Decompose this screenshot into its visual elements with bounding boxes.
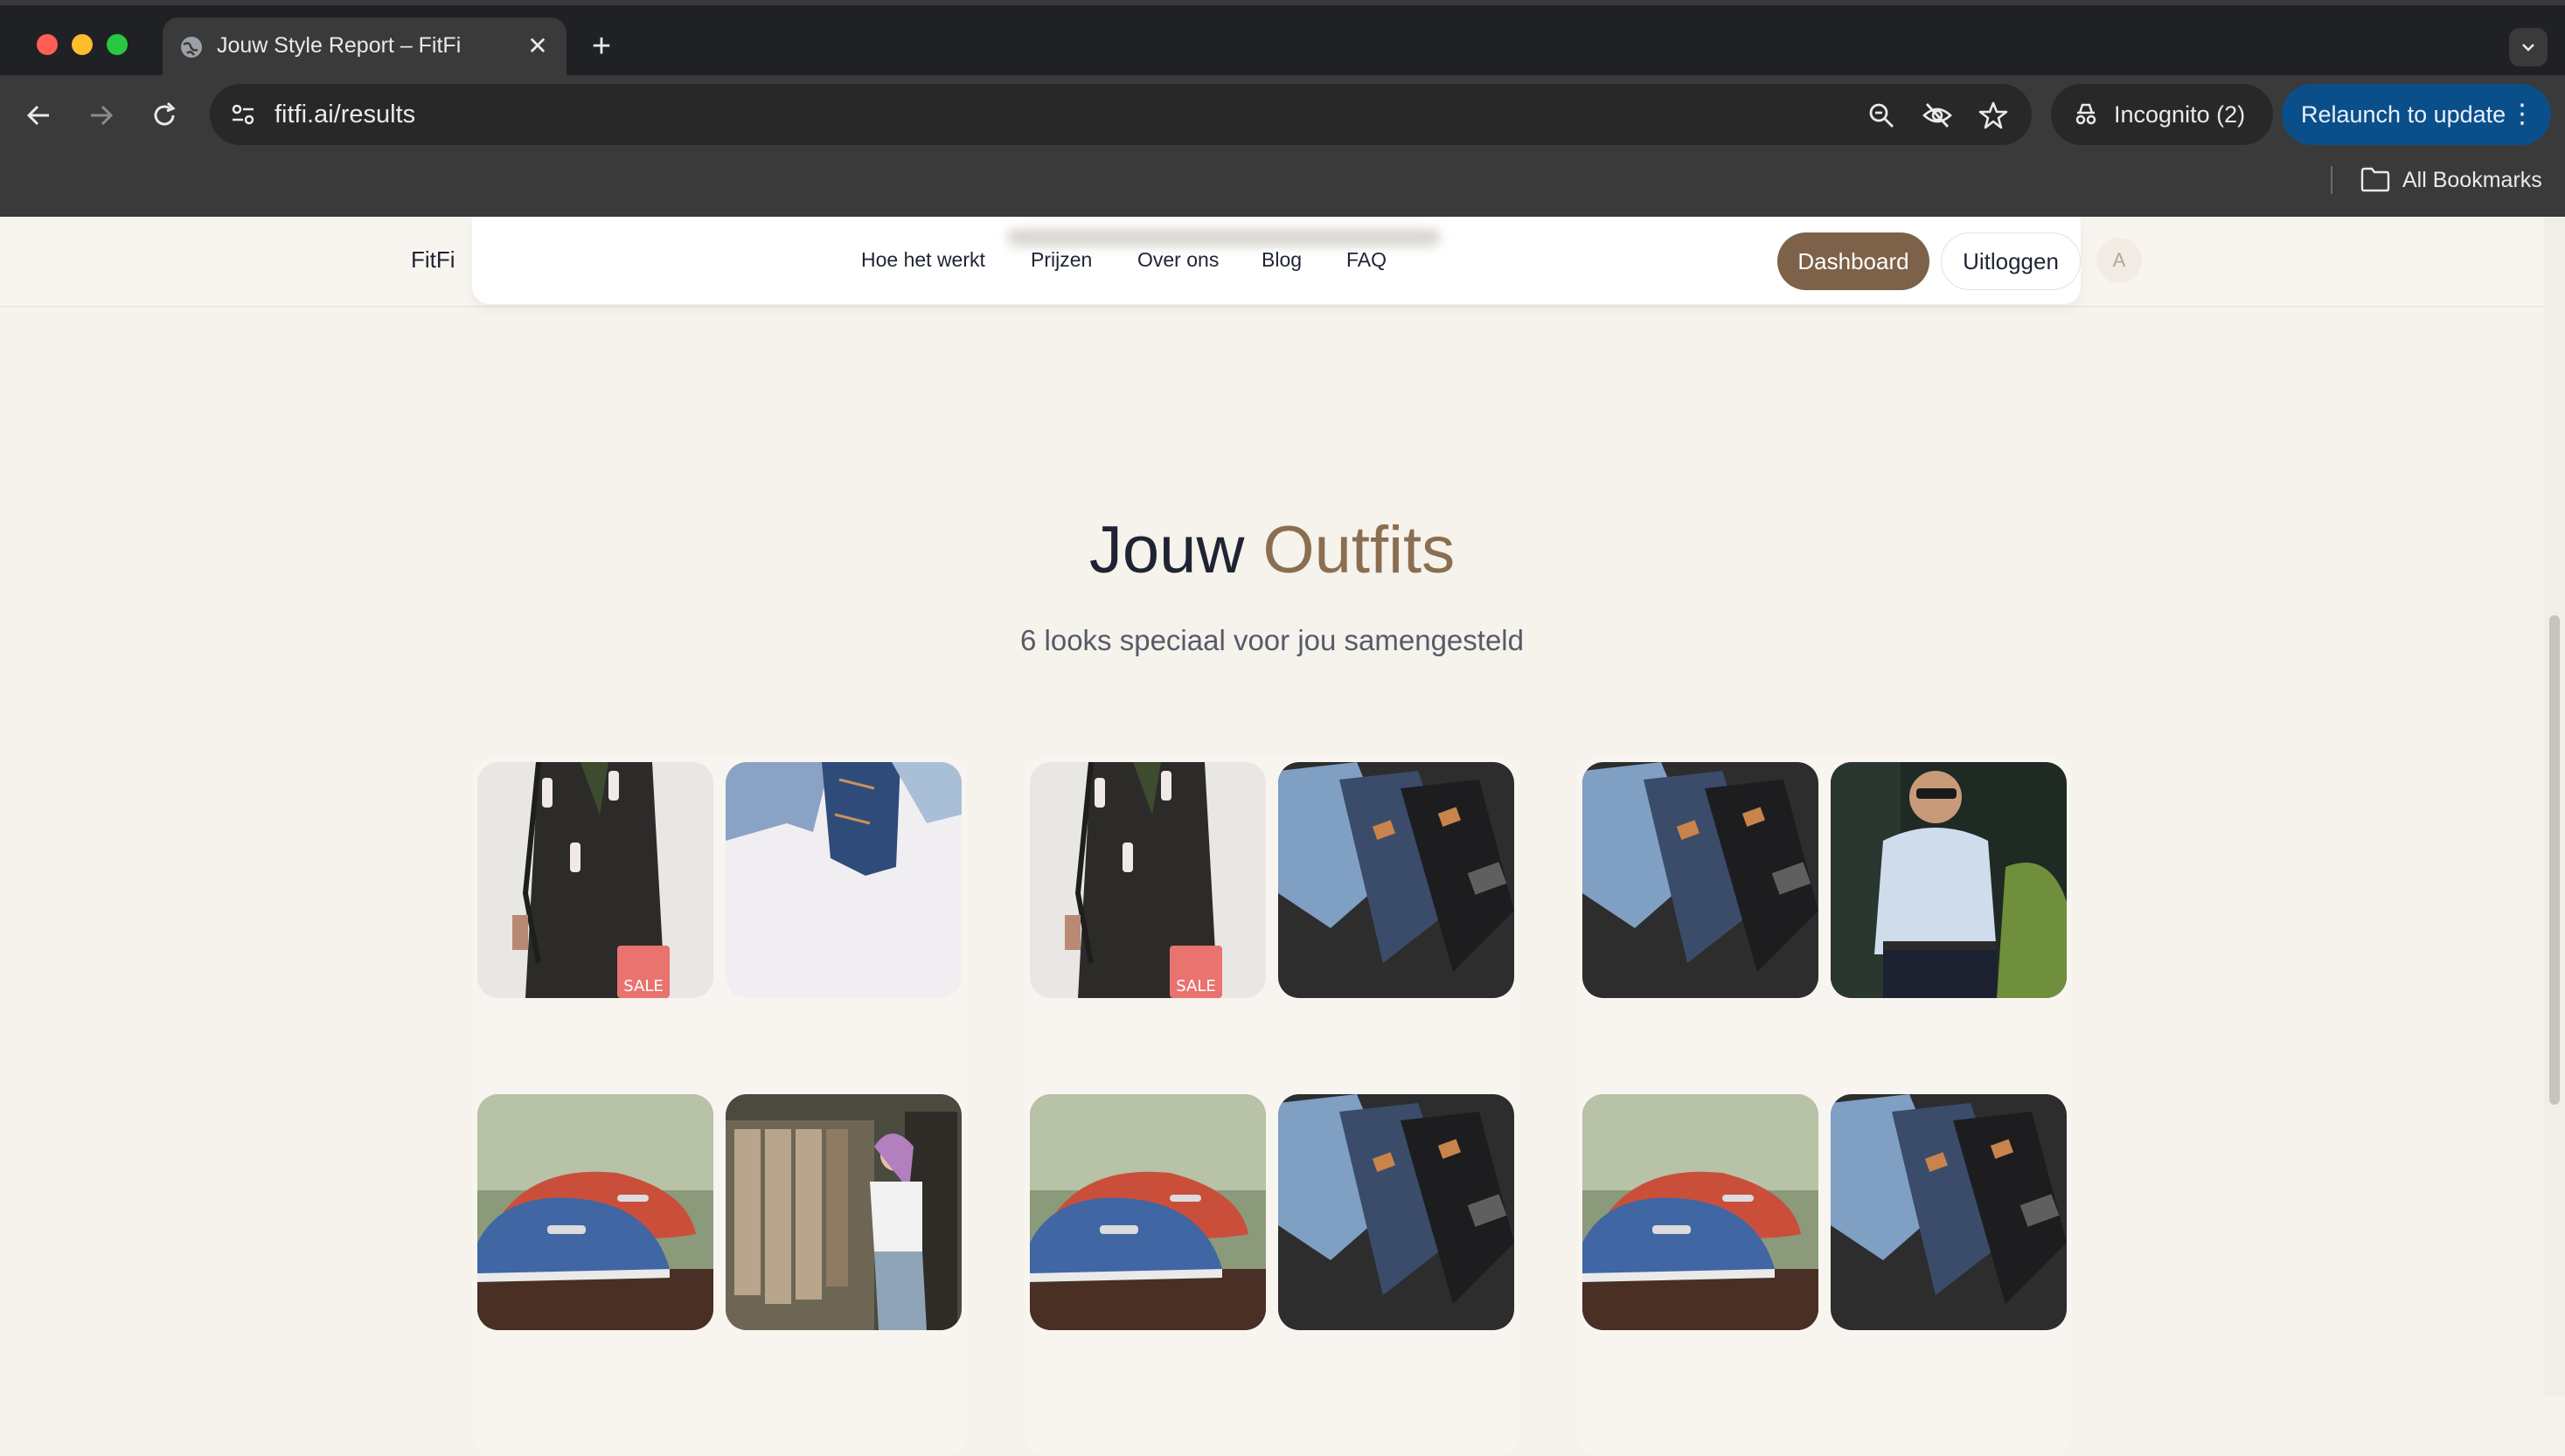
- relaunch-button[interactable]: Relaunch to update ⋮: [2282, 84, 2551, 145]
- all-bookmarks-label: All Bookmarks: [2402, 168, 2542, 192]
- folder-icon: [2360, 167, 2390, 192]
- nav-link-pricing[interactable]: Prijzen: [1031, 248, 1092, 272]
- logout-button[interactable]: Uitloggen: [1941, 232, 2081, 290]
- site-settings-icon[interactable]: [227, 99, 259, 130]
- incognito-icon: [2075, 103, 2096, 125]
- outfit-card-2[interactable]: [1025, 757, 1553, 1124]
- relaunch-label: Relaunch to update: [2301, 101, 2506, 128]
- stacked-jeans-photo: [1278, 1094, 1514, 1330]
- folded-jeans-photo: [726, 762, 962, 998]
- loafers-photo: [1030, 1094, 1266, 1330]
- outfit-card-4[interactable]: [472, 1089, 1000, 1456]
- nav-link-blog[interactable]: Blog: [1262, 248, 1302, 272]
- loafers-photo: [1582, 1094, 1818, 1330]
- outfit-card-1[interactable]: [472, 757, 1000, 1124]
- star-icon[interactable]: [1978, 100, 2009, 131]
- url-text[interactable]: fitfi.ai/results: [275, 101, 415, 129]
- nav-link-about[interactable]: Over ons: [1137, 248, 1219, 272]
- tab-strip: Jouw Style Report – FitFi ✕ +: [0, 5, 2565, 77]
- window-maximize-dot[interactable]: [107, 34, 128, 55]
- page-viewport: FitFi Hoe het werkt Prijzen Over ons Blo…: [0, 217, 2565, 1456]
- reload-icon[interactable]: [147, 98, 182, 133]
- title-part-1: Jouw: [1088, 513, 1245, 587]
- globe-icon: [178, 34, 205, 60]
- outfit-card-3[interactable]: [1577, 757, 2105, 1124]
- outfit-card-6[interactable]: [1577, 1089, 2105, 1456]
- back-arrow-icon[interactable]: [21, 98, 56, 133]
- blurred-banner-text: [1007, 229, 1441, 246]
- bookmarks-divider: [2331, 166, 2332, 194]
- page-subtitle: 6 looks speciaal voor jou samengesteld: [1019, 624, 1524, 656]
- chevron-down-icon: [2522, 44, 2534, 52]
- coat-with-sale-bag-photo: [477, 762, 713, 998]
- more-menu-icon[interactable]: ⋮: [2509, 98, 2535, 131]
- zoom-icon[interactable]: [1866, 100, 1897, 131]
- tab-search-button[interactable]: [2509, 28, 2548, 66]
- site-header: FitFi Hoe het werkt Prijzen Over ons Blo…: [0, 217, 2544, 307]
- browser-chrome: Jouw Style Report – FitFi ✕ + fitfi.ai/r…: [0, 0, 2565, 217]
- nav-link-how-it-works[interactable]: Hoe het werkt: [861, 248, 985, 272]
- new-tab-icon[interactable]: +: [584, 30, 619, 65]
- close-icon[interactable]: ✕: [523, 31, 553, 61]
- tab-title: Jouw Style Report – FitFi: [217, 33, 462, 58]
- incognito-label: Incognito (2): [2114, 101, 2246, 128]
- stacked-jeans-photo: [1831, 1094, 2067, 1330]
- avatar[interactable]: A: [2096, 238, 2142, 283]
- dashboard-button[interactable]: Dashboard: [1777, 232, 1929, 290]
- window-close-dot[interactable]: [37, 34, 58, 55]
- coat-with-sale-bag-photo: [1030, 762, 1266, 998]
- address-bar[interactable]: fitfi.ai/results: [210, 84, 2032, 145]
- stacked-jeans-photo: [1278, 762, 1514, 998]
- eye-off-icon[interactable]: [1922, 100, 1953, 131]
- browser-tab[interactable]: Jouw Style Report – FitFi ✕: [163, 17, 567, 77]
- loafers-photo: [477, 1094, 713, 1330]
- scrollbar-thumb[interactable]: [2549, 615, 2560, 1105]
- stacked-jeans-photo: [1582, 762, 1818, 998]
- window-minimize-dot[interactable]: [72, 34, 93, 55]
- man-in-shirt-photo: [1831, 762, 2067, 998]
- outfit-card-5[interactable]: [1025, 1089, 1553, 1456]
- page-title: Jouw Outfits: [0, 512, 2544, 588]
- site-logo[interactable]: FitFi: [411, 246, 455, 274]
- incognito-button[interactable]: Incognito (2): [2051, 84, 2273, 145]
- forward-arrow-icon[interactable]: [84, 98, 119, 133]
- nav-link-faq[interactable]: FAQ: [1346, 248, 1387, 272]
- clothing-rack-shopper-photo: [726, 1094, 962, 1330]
- title-part-2: Outfits: [1262, 513, 1456, 587]
